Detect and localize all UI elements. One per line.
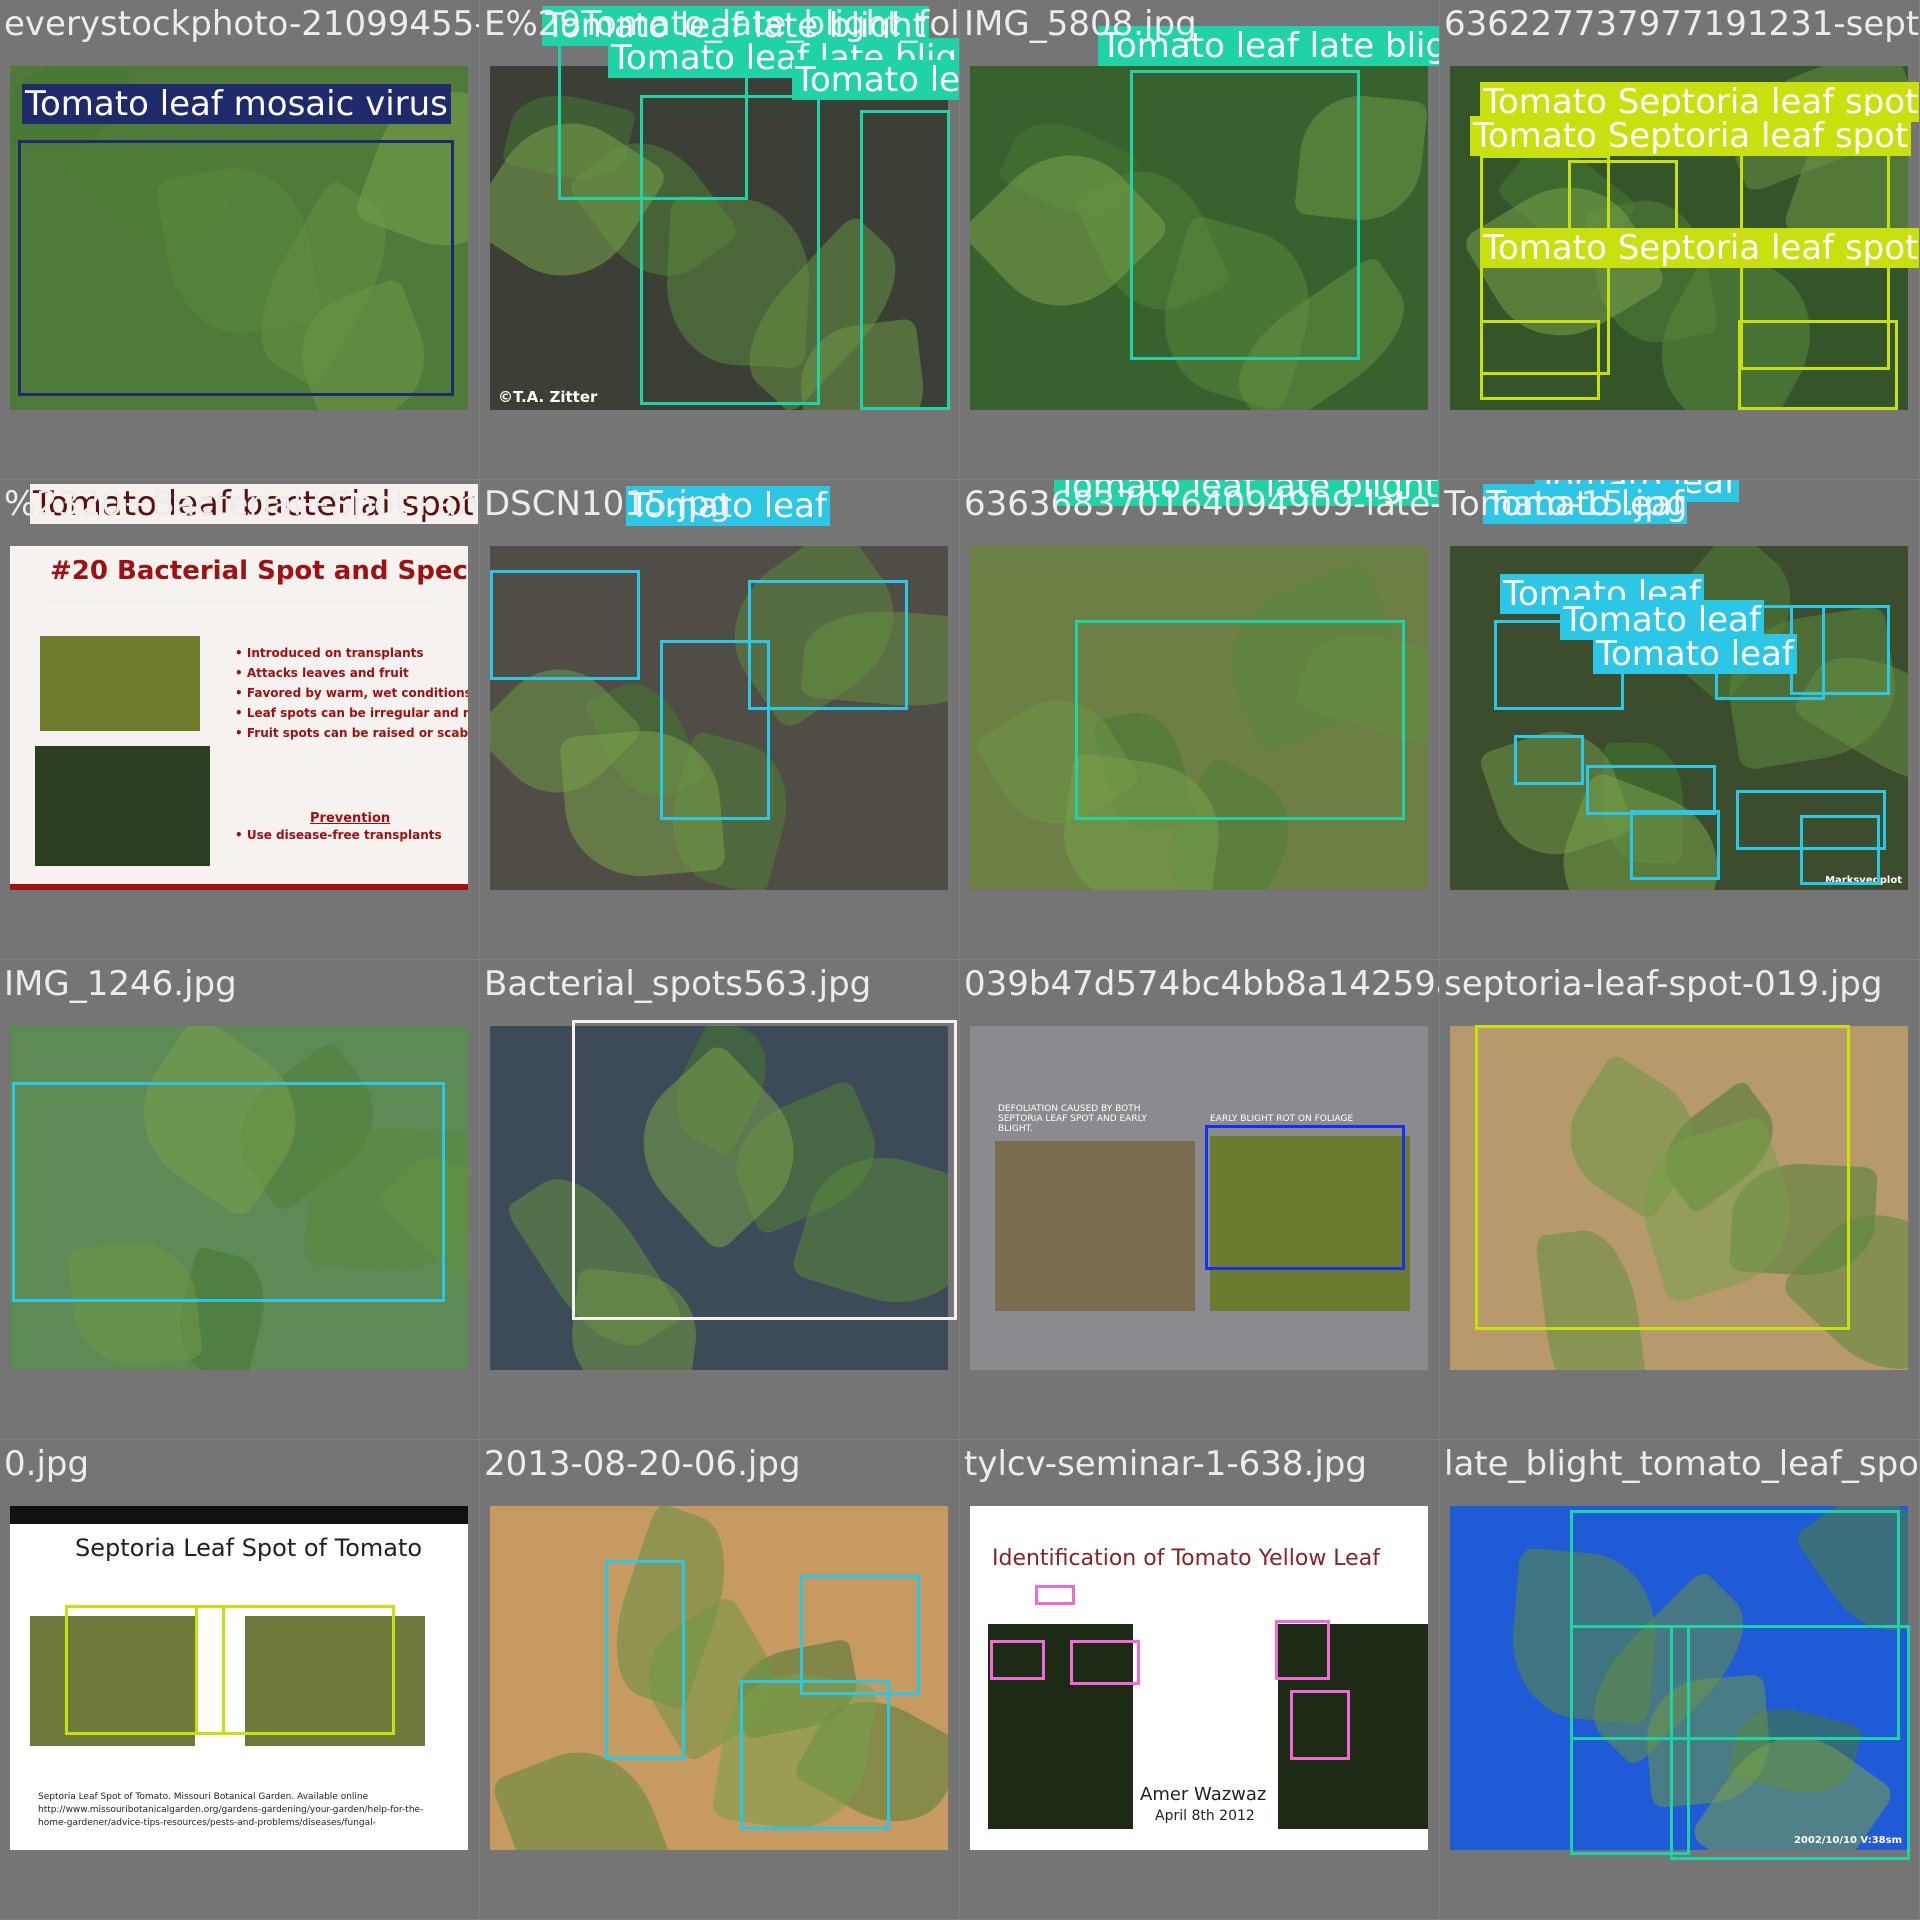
bounding-box [605, 1560, 685, 1760]
bounding-box [1205, 1125, 1405, 1270]
filename-label: IMG_5808.jpg [964, 4, 1197, 44]
bounding-box [740, 1680, 890, 1830]
image-tile: DEFOLIATION CAUSED BY BOTH SEPTORIA LEAF… [960, 960, 1439, 1439]
slide-header-bar [10, 1506, 468, 1524]
filename-label: E%29Tomato_late_blight_foliage.jpg [484, 4, 959, 44]
slide-caption: EARLY BLIGHT ROT ON FOLIAGE [1210, 1114, 1354, 1124]
bounding-box [1070, 1640, 1140, 1685]
bounding-box [1800, 815, 1880, 885]
filename-label: everystockphoto-21099455-l.jpg [4, 4, 479, 44]
slide-title: Identification of Tomato Yellow Leaf [992, 1546, 1380, 1571]
bounding-box [1586, 765, 1716, 815]
bounding-box [990, 1640, 1045, 1680]
filename-label: 0.jpg [4, 1444, 90, 1484]
bounding-box [18, 140, 454, 396]
bounding-box [1290, 1690, 1350, 1760]
photo: #20 Bacterial Spot and Speck • Introduced… [10, 546, 468, 890]
filename-label: septoria-leaf-spot-019.jpg [1444, 964, 1883, 1004]
image-tile: 2013-08-20-06.jpgTomato leafTomato leafT… [480, 1440, 959, 1919]
bounding-box [748, 580, 908, 710]
bounding-box [1670, 1625, 1910, 1860]
filename-label: tylcv-seminar-1-638.jpg [964, 1444, 1367, 1484]
watermark: ©T.A. Zitter [498, 388, 598, 406]
filename-label: Tomato-15.jpg [1444, 484, 1688, 524]
slide-bullet: • Attacks leaves and fruit [235, 666, 409, 680]
slide-citation: Septoria Leaf Spot of Tomato. Missouri B… [38, 1792, 424, 1828]
box-label: Tomato leaf late blight [792, 60, 959, 100]
image-tile: septoria-leaf-spot-019.jpgTomato Septori… [1440, 960, 1919, 1439]
image-tile: #20 Bacterial Spot and Speck • Introduced… [0, 480, 479, 959]
box-label: Tomato leaf [1593, 634, 1797, 674]
box-label: Tomato leaf mosaic virus [22, 84, 451, 124]
image-tile: ©T.A. Zitter E%29Tomato_late_blight_folia… [480, 0, 959, 479]
bounding-box [1475, 1025, 1850, 1330]
filename-label: late_blight_tomato_leaf_spo [1444, 1444, 1919, 1484]
filename-label: 2013-08-20-06.jpg [484, 1444, 801, 1484]
filename-label: 636227737977191231-septo [1444, 4, 1919, 44]
slide-title: Septoria Leaf Spot of Tomato [75, 1534, 423, 1562]
bounding-box [1075, 620, 1405, 820]
slide-date: April 8th 2012 [1155, 1808, 1255, 1824]
box-label: Tomato Septoria leaf spot [1470, 116, 1912, 156]
bounding-box [1130, 70, 1360, 360]
fruit-photo [35, 746, 210, 866]
plant-photo [995, 1141, 1195, 1311]
image-tile: DSCN1015.jpgTomato leafTomato leafTomato… [480, 480, 959, 959]
filename-label: %2320+Bacterial+Spot+and+Speck.jpg [4, 484, 479, 524]
image-tile: IMG_5808.jpgTomato leaf late blight [960, 0, 1439, 479]
slide-bullet: • Leaf spots can be irregular and ragged [235, 706, 468, 720]
slide-caption: DEFOLIATION CAUSED BY BOTH SEPTORIA LEAF… [998, 1104, 1147, 1134]
filename-label: 039b47d574bc4bb8a14259aedb9da741.jpg [964, 964, 1439, 1004]
bounding-box [572, 1020, 957, 1320]
filename-label: IMG_1246.jpg [4, 964, 237, 1004]
bounding-box [640, 95, 820, 405]
image-tile: 636227737977191231-septo Tomato Septoria … [1440, 0, 1919, 479]
bounding-box [860, 110, 950, 410]
image-tile: Septoria Leaf Spot of Tomato Septoria Lea… [0, 1440, 479, 1919]
bounding-box [1630, 810, 1720, 880]
slide-footer-bar [10, 884, 468, 890]
filename-label: DSCN1015.jpg [484, 484, 731, 524]
image-tile: 636368370164094909-late-blight-tomato.jp… [960, 480, 1439, 959]
slide-subhead: Prevention [310, 811, 391, 826]
bounding-box [800, 1575, 920, 1695]
bounding-box [1480, 320, 1600, 400]
detection-grid: everystockphoto-21099455-l.jpg Tomato lea… [0, 0, 1920, 1920]
slide-bullet: • Fruit spots can be raised or scabby [235, 726, 468, 740]
bounding-box [40, 600, 440, 610]
image-tile: everystockphoto-21099455-l.jpg Tomato lea… [0, 0, 479, 479]
bounding-box [1275, 1620, 1330, 1680]
image-tile: MarksvegplotTomato-15.jpgTomato leafToma… [1440, 480, 1919, 959]
image-tile: 2002/10/10 V:38sm late_blight_tomato_leaf… [1440, 1440, 1919, 1919]
image-tile: IMG_1246.jpgTomato leaf [0, 960, 479, 1439]
slide-title: #20 Bacterial Spot and Speck [50, 556, 468, 586]
slide-author: Amer Wazwaz [1140, 1784, 1267, 1805]
bounding-box [1035, 1585, 1075, 1605]
filename-label: Bacterial_spots563.jpg [484, 964, 872, 1004]
bounding-box [1738, 320, 1898, 410]
slide-bullet: • Introduced on transplants [235, 646, 424, 660]
bounding-box [490, 570, 640, 680]
image-tile: Identification of Tomato Yellow Leaf Amer… [960, 1440, 1439, 1919]
bounding-box [660, 640, 770, 820]
bounding-box [1790, 605, 1890, 695]
box-label: Tomato Septoria leaf spot [1480, 228, 1919, 268]
slide-bullet: • Favored by warm, wet conditions [235, 686, 468, 700]
filename-label: 636368370164094909-late-blight-tomato.jp… [964, 484, 1439, 524]
bounding-box [1514, 735, 1584, 785]
slide-bullet: • Use disease-free transplants [235, 828, 442, 842]
leaf-photo [40, 636, 200, 731]
image-tile: Bacterial_spots563.jpgTomato leaf bacter… [480, 960, 959, 1439]
bounding-box [12, 1082, 445, 1302]
bounding-box [195, 1605, 395, 1735]
